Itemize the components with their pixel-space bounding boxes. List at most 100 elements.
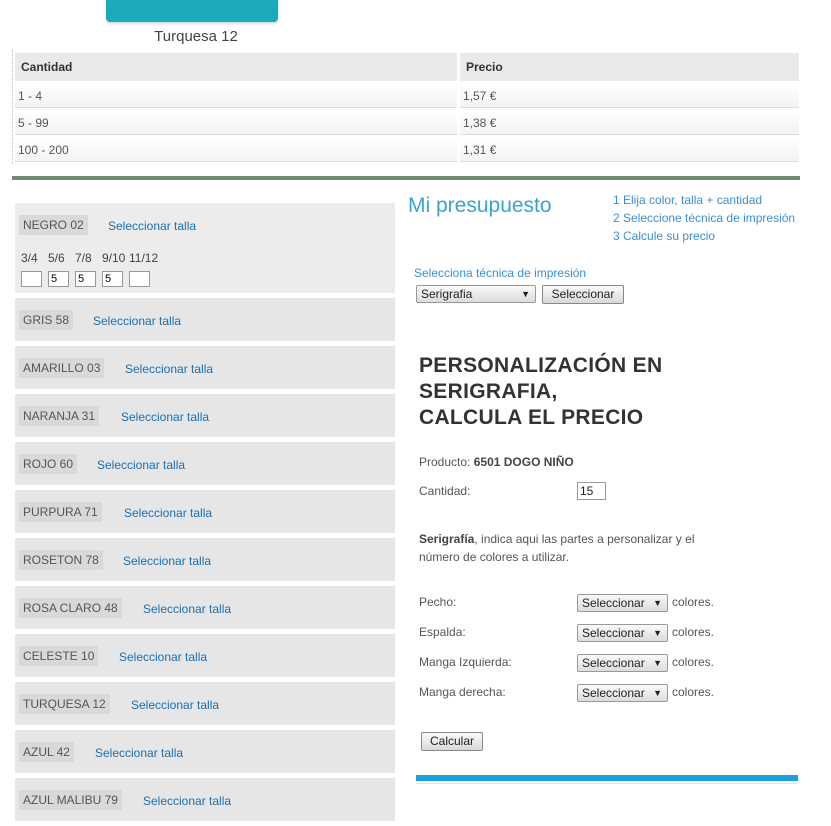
manga-izquierda-colors-select[interactable]: Seleccionar ▼ xyxy=(577,654,668,672)
color-row-naranja: NARANJA 31 Seleccionar talla xyxy=(15,394,395,438)
table-row: 100 - 200 1,31 € xyxy=(15,138,799,162)
technique-label: Selecciona técnica de impresión xyxy=(414,266,587,280)
title-line: CALCULA EL PRECIO xyxy=(419,406,644,429)
price-table: Cantidad Precio 1 - 4 1,57 € 5 - 99 1,38… xyxy=(12,50,802,165)
color-name: ROSETON 78 xyxy=(19,550,103,570)
select-size-link[interactable]: Seleccionar talla xyxy=(108,219,196,233)
product-row: Producto: 6501 DOGO NIÑO xyxy=(419,455,574,469)
accent-bar xyxy=(416,775,798,781)
description-technique: Serigrafía xyxy=(419,532,475,546)
select-size-link[interactable]: Seleccionar talla xyxy=(131,698,219,712)
size-label: 7/8 xyxy=(75,251,92,265)
quantity-range: 100 - 200 xyxy=(15,138,457,162)
part-label: Manga Izquierda: xyxy=(419,655,512,669)
size-qty-input[interactable] xyxy=(48,271,69,287)
calculate-button[interactable]: Calcular xyxy=(421,732,483,751)
color-name: ROJO 60 xyxy=(19,454,78,474)
steps-list: 1 Elija color, talla + cantidad 2 Selecc… xyxy=(613,191,795,245)
dropdown-arrow-icon: ▼ xyxy=(653,658,662,668)
color-name: PURPURA 71 xyxy=(19,502,102,522)
color-name: AZUL MALIBU 79 xyxy=(19,790,122,810)
color-name: AMARILLO 03 xyxy=(19,358,105,378)
unit-price: 1,31 € xyxy=(460,138,799,162)
size-col: 7/8 xyxy=(75,251,102,287)
size-label: 5/6 xyxy=(48,251,65,265)
size-qty-input[interactable] xyxy=(102,271,123,287)
section-divider xyxy=(12,176,800,180)
size-label: 11/12 xyxy=(129,251,159,265)
select-size-link[interactable]: Seleccionar talla xyxy=(97,458,185,472)
color-name: TURQUESA 12 xyxy=(19,694,110,714)
color-row-turquesa: TURQUESA 12 Seleccionar talla xyxy=(15,682,395,726)
dropdown-arrow-icon: ▼ xyxy=(653,628,662,638)
manga-derecha-colors-select[interactable]: Seleccionar ▼ xyxy=(577,684,668,702)
select-value: Seleccionar xyxy=(582,656,645,670)
product-color-swatch xyxy=(106,0,278,22)
table-row: 5 - 99 1,38 € xyxy=(15,111,799,135)
color-name: NARANJA 31 xyxy=(19,406,100,426)
size-col: 5/6 xyxy=(48,251,75,287)
size-qty-input[interactable] xyxy=(129,271,150,287)
color-name: GRIS 58 xyxy=(19,310,74,330)
quantity-input[interactable] xyxy=(577,482,606,500)
colors-suffix: colores. xyxy=(672,625,715,639)
part-label: Pecho: xyxy=(419,595,457,609)
select-size-link[interactable]: Seleccionar talla xyxy=(125,362,213,376)
color-row-rosa-claro: ROSA CLARO 48 Seleccionar talla xyxy=(15,586,395,630)
select-size-link[interactable]: Seleccionar talla xyxy=(123,554,211,568)
color-row-roseton: ROSETON 78 Seleccionar talla xyxy=(15,538,395,582)
unit-price: 1,38 € xyxy=(460,111,799,135)
budget-title: Mi presupuesto xyxy=(408,194,552,217)
select-value: Seleccionar xyxy=(582,686,645,700)
header-cantidad: Cantidad xyxy=(15,53,457,81)
size-qty-input[interactable] xyxy=(21,271,42,287)
price-table-container: Cantidad Precio 1 - 4 1,57 € 5 - 99 1,38… xyxy=(12,50,801,164)
color-row-purpura: PURPURA 71 Seleccionar talla xyxy=(15,490,395,534)
select-size-link[interactable]: Seleccionar talla xyxy=(95,746,183,760)
color-name: AZUL 42 xyxy=(19,742,74,762)
espalda-colors-select[interactable]: Seleccionar ▼ xyxy=(577,624,668,642)
colors-suffix: colores. xyxy=(672,655,715,669)
step-item: 2 Seleccione técnica de impresión xyxy=(613,211,796,225)
select-size-link[interactable]: Seleccionar talla xyxy=(121,410,209,424)
technique-select[interactable]: Serigrafia ▼ xyxy=(416,285,536,303)
step-item: 3 Calcule su precio xyxy=(613,229,716,243)
pecho-colors-select[interactable]: Seleccionar ▼ xyxy=(577,594,668,612)
select-size-link[interactable]: Seleccionar talla xyxy=(124,506,212,520)
size-qty-input[interactable] xyxy=(75,271,96,287)
size-inputs: 3/4 5/6 7/8 9/1011/12 xyxy=(21,251,159,287)
divider xyxy=(416,783,798,784)
size-col: 9/10 xyxy=(102,251,129,287)
select-size-link[interactable]: Seleccionar talla xyxy=(143,794,231,808)
color-name: ROSA CLARO 48 xyxy=(19,598,122,618)
select-technique-button[interactable]: Seleccionar xyxy=(542,285,624,304)
unit-price: 1,57 € xyxy=(460,84,799,108)
technique-select-value: Serigrafia xyxy=(421,287,473,301)
select-size-link[interactable]: Seleccionar talla xyxy=(93,314,181,328)
color-row-celeste: CELESTE 10 Seleccionar talla xyxy=(15,634,395,678)
technique-description: Serigrafía, indica aqui las partes a per… xyxy=(419,530,719,566)
dropdown-arrow-icon: ▼ xyxy=(521,289,530,299)
product-label: Producto: xyxy=(419,455,471,469)
select-size-link[interactable]: Seleccionar talla xyxy=(119,650,207,664)
size-col: 11/12 xyxy=(129,251,159,287)
size-label: 3/4 xyxy=(21,251,38,265)
select-size-link[interactable]: Seleccionar talla xyxy=(143,602,231,616)
part-label: Manga derecha: xyxy=(419,685,506,699)
color-name: CELESTE 10 xyxy=(19,646,99,666)
product-value: 6501 DOGO NIÑO xyxy=(473,455,574,469)
color-row-azul-malibu: AZUL MALIBU 79 Seleccionar talla xyxy=(15,778,395,822)
colors-suffix: colores. xyxy=(672,685,715,699)
product-color-caption: Turquesa 12 xyxy=(154,28,238,45)
color-row-azul: AZUL 42 Seleccionar talla xyxy=(15,730,395,774)
dropdown-arrow-icon: ▼ xyxy=(653,688,662,698)
table-row: 1 - 4 1,57 € xyxy=(15,84,799,108)
select-value: Seleccionar xyxy=(582,596,645,610)
title-line: SERIGRAFIA, xyxy=(419,380,558,403)
colors-suffix: colores. xyxy=(672,595,715,609)
color-row-amarillo: AMARILLO 03 Seleccionar talla xyxy=(15,346,395,390)
color-row-gris: GRIS 58 Seleccionar talla xyxy=(15,298,395,342)
quantity-range: 5 - 99 xyxy=(15,111,457,135)
quantity-range: 1 - 4 xyxy=(15,84,457,108)
select-value: Seleccionar xyxy=(582,626,645,640)
